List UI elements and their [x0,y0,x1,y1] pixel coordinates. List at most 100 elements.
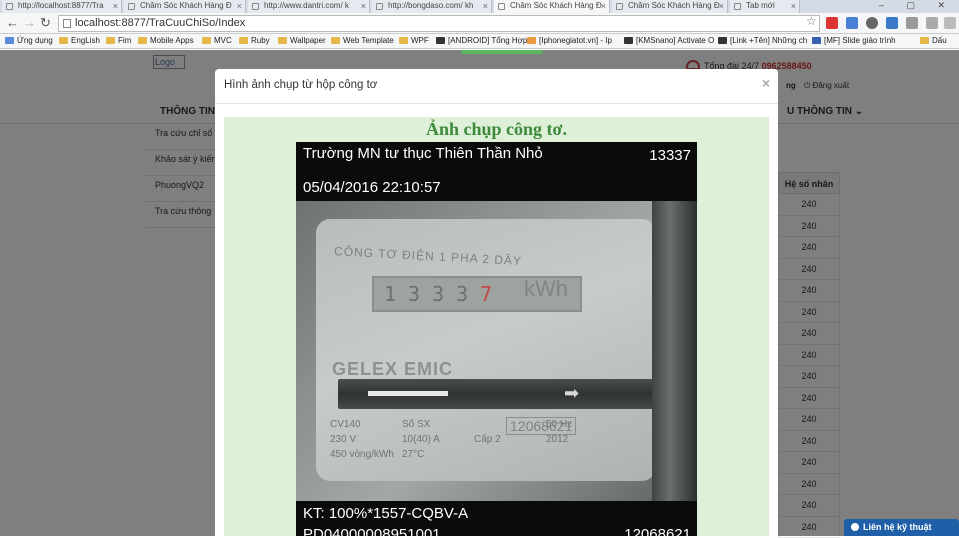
tab-label: http://www.dantri.com/ k [264,1,349,10]
window-controls[interactable]: – ▢ ✕ [879,0,955,11]
close-tab-icon[interactable]: × [361,0,366,12]
bookmark-folder[interactable]: Wallpaper [278,34,326,48]
close-tab-icon[interactable]: × [113,0,118,12]
meter-housing [652,201,697,501]
close-tab-icon[interactable]: × [791,0,796,12]
tab-label: http://localhost:8877/Tra [18,1,104,10]
bookmark-label: Ứng dụng [17,36,53,45]
extension-icon[interactable] [926,17,938,29]
extension-icon[interactable] [906,17,918,29]
close-tab-icon[interactable]: × [719,0,724,12]
arrow-right-icon: ➡ [564,383,579,404]
meter-brand: GELEX EMIC [332,359,453,380]
folder-icon [331,37,340,44]
url-text: localhost:8877/TraCuuChiSo/Index [75,17,245,29]
page-icon [252,3,259,10]
apps-bookmark[interactable]: Ứng dụng [5,34,53,48]
meter-voltage: 230 V [330,434,402,445]
browser-tab-active[interactable]: Chăm Sóc Khách Hàng Đ× [494,0,610,13]
bookmark-link[interactable]: [ANDROID] Tổng Hợp [436,34,527,48]
bookmark-label: Mobile Apps [150,36,194,45]
bookmark-link[interactable]: [Iphonegiatot.vn] - Ip [527,34,612,48]
bookmark-icon [436,37,445,44]
bookmark-folder[interactable]: Dấu [920,34,947,48]
bookmark-link[interactable]: [MF] Slide giáo trình [812,34,896,48]
folder-icon [920,37,929,44]
bookmark-folder[interactable]: MVC [202,34,232,48]
bookmark-folder[interactable]: EngLish [59,34,100,48]
photo-caption-serial: 12068621 [624,526,691,536]
meter-class: Cấp 2 [474,434,546,445]
bookmark-label: [Iphonegiatot.vn] - Ip [539,36,612,45]
bookmark-folder[interactable]: Web Template [331,34,394,48]
close-tab-icon[interactable]: × [601,0,606,12]
extension-icon[interactable] [886,17,898,29]
bookmark-star-icon[interactable]: ☆ [806,14,817,28]
support-label: Liên hệ kỹ thuật [863,522,932,532]
close-tab-icon[interactable]: × [483,0,488,12]
browser-tab[interactable]: http://localhost:8877/Tra × [2,0,122,13]
disc-marker [368,391,448,396]
bookmark-label: [MF] Slide giáo trình [824,36,896,45]
bookmark-label: Dấu [932,36,947,45]
folder-icon [106,37,115,44]
forward-icon[interactable]: → [23,15,36,31]
photo-panel: Ảnh chụp công tơ. Trường MN tư thục Thiê… [224,117,769,536]
support-button[interactable]: Liên hệ kỹ thuật [844,519,959,536]
browser-tab[interactable]: Chăm Sóc Khách Hàng Đ× [612,0,728,13]
browser-toolbar: ← → ↻ localhost:8877/TraCuuChiSo/Index ☆ [0,13,959,34]
translate-icon[interactable] [846,17,858,29]
reload-icon[interactable]: ↻ [40,15,51,31]
tab-label: Chăm Sóc Khách Hàng Đ [628,1,720,10]
browser-tab[interactable]: http://www.dantri.com/ k × [248,0,370,13]
bookmark-label: Web Template [343,36,394,45]
folder-icon [399,37,408,44]
chat-icon [851,523,859,531]
bookmark-folder[interactable]: Ruby [239,34,270,48]
extension-icon[interactable] [826,17,838,29]
meter-unit: kWh [524,276,568,302]
meter-face: CÔNG TƠ ĐIỆN 1 PHA 2 DÂY 13337 kWh GELEX… [316,219,656,481]
gear-icon[interactable] [866,17,878,29]
meter-specs: CV140Số SX50 Hz 230 V10(40) ACấp 22012 4… [330,419,630,460]
folder-icon [59,37,68,44]
folder-icon [239,37,248,44]
folder-icon [278,37,287,44]
bookmark-folder[interactable]: Mobile Apps [138,34,194,48]
bookmark-link[interactable]: [KMSnano] Activate O [624,34,714,48]
page-icon [376,3,383,10]
meter-image: CÔNG TƠ ĐIỆN 1 PHA 2 DÂY 13337 kWh GELEX… [296,201,697,501]
browser-tab[interactable]: Chăm Sóc Khách Hàng Đ × [124,0,246,13]
bookmark-link[interactable]: [Link +Tên] Những ch [718,34,807,48]
page-icon [616,3,623,10]
menu-icon[interactable] [944,17,956,29]
photo-caption-code: KT: 100%*1557-CQBV-A [303,505,468,522]
meter-model: CV140 [330,419,402,430]
address-bar[interactable]: localhost:8877/TraCuuChiSo/Index [58,15,820,32]
tab-label: http://bongdaso.com/ kh [388,1,473,10]
browser-tab[interactable]: http://bongdaso.com/ kh × [372,0,492,13]
bookmark-folder[interactable]: WPF [399,34,429,48]
close-tab-icon[interactable]: × [237,0,242,12]
bookmark-label: EngLish [71,36,100,45]
bookmark-label: Fim [118,36,131,45]
meter-constant: 450 vòng/kWh [330,449,402,460]
bookmark-icon [624,37,633,44]
meter-serial-label: Số SX [402,419,474,430]
bookmark-folder[interactable]: Fim [106,34,131,48]
browser-tab[interactable]: Tab mới× [730,0,800,13]
meter-serial: 12068621 [506,417,576,435]
page-button-edge [461,50,543,54]
bookmark-label: [KMSnano] Activate O [636,36,714,45]
page-icon [128,3,135,10]
apps-icon [5,37,14,44]
close-icon[interactable]: × [762,75,770,91]
bookmark-label: [ANDROID] Tổng Hợp [448,36,527,45]
photo-caption-location: Trường MN tư thục Thiên Thần Nhỏ [303,145,543,162]
bookmark-icon [527,37,536,44]
photo-caption-id: 13337 [649,147,691,164]
tab-label: Chăm Sóc Khách Hàng Đ [140,1,232,10]
page-icon [498,3,505,10]
back-icon[interactable]: ← [6,15,19,31]
bookmark-label: Ruby [251,36,270,45]
